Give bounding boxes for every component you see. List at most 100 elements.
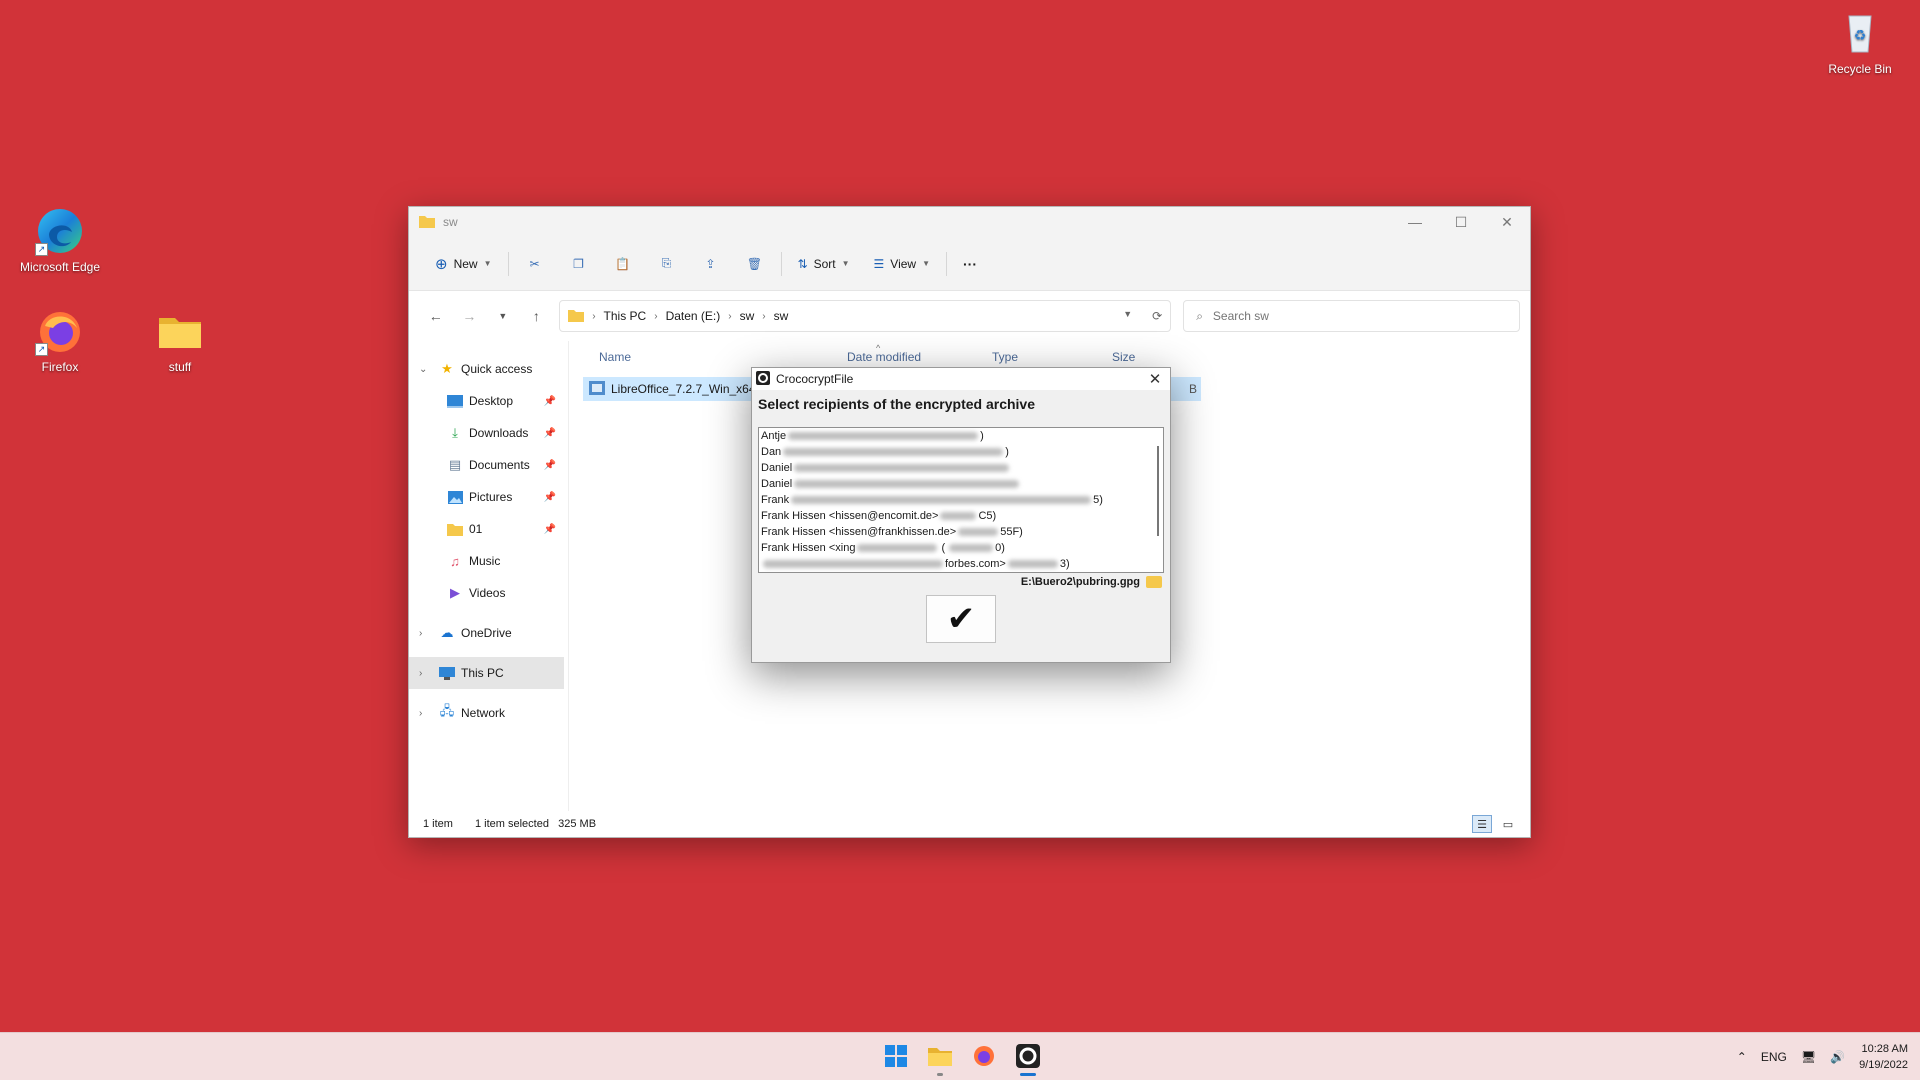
desktop-icon-recycle-bin[interactable]: ♻ Recycle Bin (1812, 8, 1908, 76)
list-item[interactable]: Frank Hissen <hissen@encomit.de> C5) (759, 508, 1163, 524)
redacted-text (788, 432, 979, 440)
large-icons-view-icon[interactable]: ▭ (1498, 815, 1518, 833)
desktop-icon-firefox[interactable]: ↗ Firefox (12, 306, 108, 374)
back-arrow-icon[interactable]: ← (419, 308, 453, 324)
volume-icon[interactable]: 🔊 (1830, 1050, 1845, 1064)
list-item[interactable]: Frank Hissen <xing ( 0) (759, 540, 1163, 556)
recent-locations-chevron-icon[interactable]: ▼ (486, 311, 520, 321)
paste-icon[interactable]: 📋 (611, 252, 635, 276)
rename-icon[interactable]: ⎘ (655, 252, 679, 276)
list-item[interactable]: Daniel (759, 460, 1163, 476)
explorer-titlebar[interactable]: sw — ☐ ✕ (409, 207, 1530, 237)
address-row: ← → ▼ ↑ › This PC › Daten (E:) › sw › sw… (409, 291, 1530, 341)
close-button[interactable]: ✕ (1484, 207, 1530, 237)
column-name[interactable]: Name (599, 350, 847, 364)
folder-icon (447, 521, 463, 537)
list-scrollbar[interactable] (1157, 446, 1159, 536)
pin-icon[interactable]: 📌 (544, 460, 556, 471)
minimize-button[interactable]: — (1392, 207, 1438, 237)
list-item[interactable]: forbes.com> 3) (759, 556, 1163, 572)
recipient-suffix: 5) (1093, 494, 1103, 506)
redacted-text (783, 448, 1004, 456)
shortcut-arrow-icon: ↗ (35, 243, 48, 256)
taskbar-crococrypt[interactable] (1008, 1037, 1048, 1077)
pin-icon[interactable]: 📌 (544, 428, 556, 439)
desktop-icon-edge[interactable]: ↗ Microsoft Edge (12, 206, 108, 274)
pin-icon[interactable]: 📌 (544, 524, 556, 535)
view-button[interactable]: ☰ View ▼ (862, 248, 942, 280)
breadcrumb-item[interactable]: sw (774, 309, 789, 323)
delete-icon[interactable]: 🗑 (743, 252, 767, 276)
show-hidden-icons-chevron-icon[interactable]: ⌃ (1737, 1050, 1747, 1064)
up-arrow-icon[interactable]: ↑ (520, 308, 554, 324)
nav-videos[interactable]: ▶ Videos (409, 577, 568, 609)
edge-icon: ↗ (35, 206, 85, 256)
recycle-bin-icon: ♻ (1835, 8, 1885, 58)
crococrypt-app-icon (756, 370, 770, 388)
nav-network[interactable]: › 🖧 Network (409, 697, 568, 729)
sort-button[interactable]: ⇅ Sort ▼ (786, 248, 862, 280)
list-item[interactable]: Dan ) (759, 444, 1163, 460)
chevron-right-icon[interactable]: › (419, 668, 433, 679)
list-item[interactable]: Daniel (759, 476, 1163, 492)
start-button[interactable] (876, 1037, 916, 1077)
nav-pictures[interactable]: Pictures 📌 (409, 481, 568, 513)
confirm-button[interactable]: ✔ (926, 595, 996, 643)
open-folder-icon[interactable] (1146, 576, 1162, 588)
language-indicator[interactable]: ENG (1761, 1050, 1787, 1064)
more-options-button[interactable]: ··· (951, 248, 989, 280)
pin-icon[interactable]: 📌 (544, 492, 556, 503)
nav-downloads[interactable]: ⤓ Downloads 📌 (409, 417, 568, 449)
nav-folder-01[interactable]: 01 📌 (409, 513, 568, 545)
redacted-text (940, 512, 977, 520)
chevron-right-icon[interactable]: › (419, 628, 433, 639)
search-box[interactable]: ⌕ Search sw (1183, 300, 1520, 332)
network-status-icon[interactable]: 🖥 (1801, 1050, 1816, 1064)
column-type[interactable]: Type (992, 350, 1112, 364)
system-tray: ⌃ ENG 🖥 🔊 10:28 AM 9/19/2022 (1737, 1033, 1908, 1080)
windows-logo-icon (885, 1044, 907, 1070)
refresh-icon[interactable]: ⟳ (1152, 309, 1162, 323)
nav-quick-access[interactable]: ⌄ ★ Quick access (409, 353, 568, 385)
nav-music[interactable]: ♫ Music (409, 545, 568, 577)
clock[interactable]: 10:28 AM 9/19/2022 (1859, 1041, 1908, 1073)
nav-label: Music (469, 554, 501, 568)
nav-this-pc[interactable]: › This PC (409, 657, 564, 689)
column-date-modified[interactable]: Date modified (847, 350, 992, 364)
dialog-close-button[interactable]: ✕ (1140, 370, 1170, 388)
forward-arrow-icon[interactable]: → (453, 308, 487, 324)
dialog-title: CrococryptFile (776, 372, 854, 386)
chevron-down-icon[interactable]: ⌄ (419, 364, 433, 375)
nav-desktop[interactable]: Desktop 📌 (409, 385, 568, 417)
list-item[interactable]: Frank Hissen <hissen@frankhissen.de> 55F… (759, 524, 1163, 540)
address-bar[interactable]: › This PC › Daten (E:) › sw › sw ▼ ⟳ (559, 300, 1172, 332)
copy-icon[interactable]: ❐ (567, 252, 591, 276)
document-icon: ▤ (448, 457, 462, 472)
breadcrumb-item[interactable]: This PC (604, 309, 647, 323)
breadcrumb-item[interactable]: sw (740, 309, 755, 323)
cut-icon[interactable]: ✂ (523, 252, 547, 276)
firefox-icon: ↗ (35, 306, 85, 356)
chevron-right-icon[interactable]: › (419, 708, 433, 719)
new-button[interactable]: ⊕ New ▼ (423, 248, 504, 280)
list-item[interactable]: Frank 5) (759, 492, 1163, 508)
desktop-icon-stuff[interactable]: stuff (132, 306, 228, 374)
taskbar-firefox[interactable] (964, 1037, 1004, 1077)
breadcrumb-separator-icon: › (728, 310, 732, 322)
network-icon: 🖧 (439, 703, 455, 718)
taskbar-file-explorer[interactable] (920, 1037, 960, 1077)
recipient-suffix: ) (1005, 446, 1009, 458)
column-size[interactable]: Size (1112, 350, 1192, 364)
nav-onedrive[interactable]: › ☁ OneDrive (409, 617, 568, 649)
nav-documents[interactable]: ▤ Documents 📌 (409, 449, 568, 481)
details-view-icon[interactable]: ☰ (1472, 815, 1492, 833)
nav-label: OneDrive (461, 626, 512, 640)
share-icon[interactable]: ⇪ (699, 252, 723, 276)
maximize-button[interactable]: ☐ (1438, 207, 1484, 237)
breadcrumb-item[interactable]: Daten (E:) (666, 309, 721, 323)
recipients-list[interactable]: Antje ) Dan ) Daniel Daniel Frank 5) Fra… (758, 427, 1164, 573)
dialog-titlebar[interactable]: CrococryptFile ✕ (752, 368, 1170, 390)
list-item[interactable]: Antje ) (759, 428, 1163, 444)
chevron-down-icon[interactable]: ▼ (1123, 309, 1132, 323)
pin-icon[interactable]: 📌 (544, 396, 556, 407)
